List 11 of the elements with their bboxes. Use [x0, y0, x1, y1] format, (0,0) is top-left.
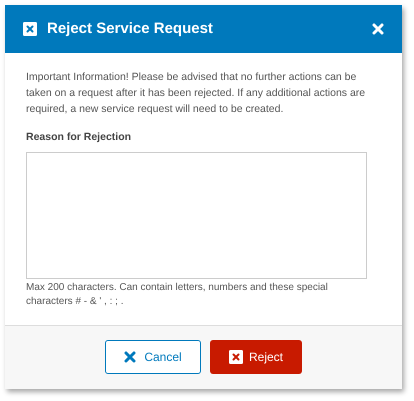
field-label: Reason for Rejection: [26, 130, 132, 145]
reject-button[interactable]: Reject: [210, 340, 302, 374]
dialog-title: Reject Service Request: [47, 18, 214, 39]
info-text: Important Information! Please be advised that no further actions can be taken on a request after it has been rejected. If any additional actions are required, a new service request will need to be created.: [26, 70, 366, 117]
close-icon: [372, 23, 384, 35]
hint-text: Max 200 characters. Can contain letters, numbers and these special characters # - & ' , : ; .: [26, 280, 329, 309]
close-box-icon: [228, 350, 243, 364]
close-icon: [124, 351, 136, 364]
reason-field[interactable]: [26, 152, 367, 279]
close-box-icon: [23, 22, 37, 36]
cancel-button[interactable]: Cancel: [105, 340, 201, 374]
